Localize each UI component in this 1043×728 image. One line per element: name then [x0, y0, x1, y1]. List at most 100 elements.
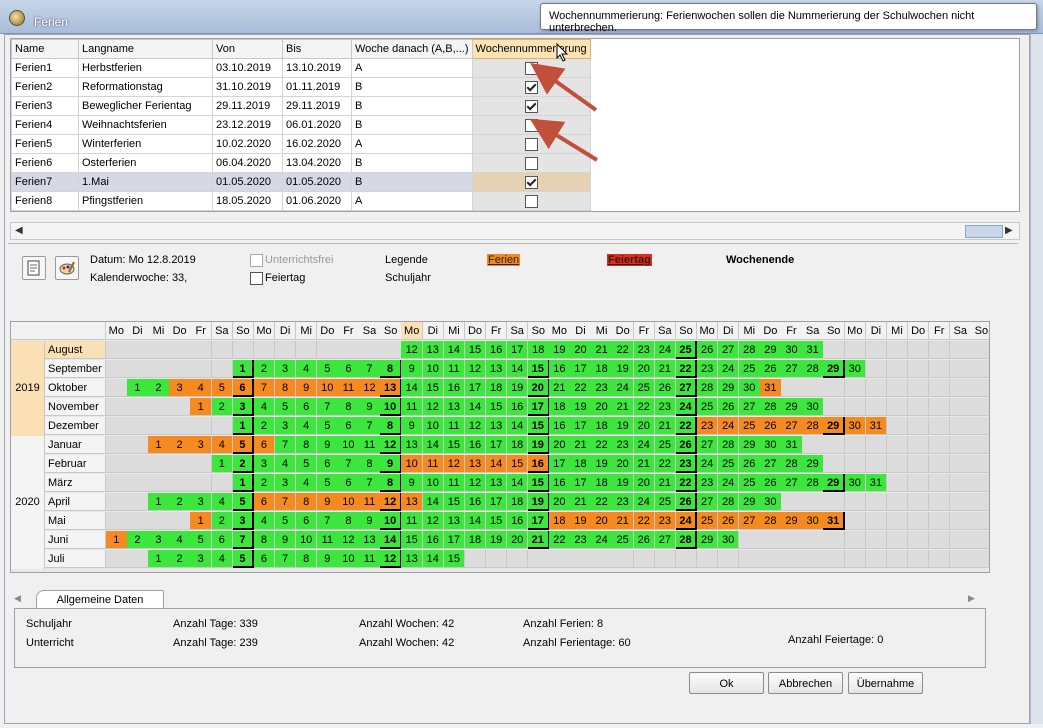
calendar-day[interactable]: 12 [443, 455, 466, 473]
calendar-day[interactable]: 4 [169, 531, 191, 549]
calendar-day[interactable]: 26 [654, 379, 677, 397]
cell-von[interactable]: 03.10.2019 [212, 58, 283, 78]
cell-bis[interactable]: 01.06.2020 [282, 191, 352, 211]
calendar-day[interactable]: 21 [570, 436, 592, 454]
calendar-day[interactable]: 30 [760, 436, 782, 454]
calendar-day[interactable]: 17 [528, 398, 550, 416]
cell-langname[interactable]: Osterferien [78, 153, 213, 173]
calendar-day[interactable]: 5 [190, 531, 212, 549]
calendar-day[interactable]: 26 [696, 341, 719, 359]
wochennummerierung-checkbox[interactable] [524, 175, 538, 189]
calendar-day[interactable]: 5 [295, 455, 318, 473]
calendar-day[interactable]: 9 [401, 360, 423, 378]
calendar-day[interactable]: 2 [253, 417, 276, 435]
calendar-day[interactable]: 22 [675, 360, 698, 378]
calendar-day[interactable]: 2 [211, 398, 234, 416]
calendar-day[interactable]: 10 [380, 398, 402, 416]
calendar-day[interactable]: 15 [528, 360, 550, 378]
wochennummerierung-checkbox[interactable] [524, 137, 538, 151]
calendar-day[interactable]: 6 [211, 531, 234, 549]
calendar-day[interactable]: 24 [675, 398, 698, 416]
calendar-day[interactable]: 31 [823, 512, 845, 530]
calendar-day[interactable]: 5 [232, 493, 255, 511]
calendar-day[interactable]: 6 [253, 436, 276, 454]
calendar-day[interactable]: 15 [443, 550, 466, 568]
calendar-day[interactable]: 26 [760, 474, 782, 492]
cell-bis[interactable]: 16.02.2020 [282, 134, 352, 154]
calendar-day[interactable]: 16 [443, 379, 466, 397]
calendar-day[interactable]: 7 [317, 398, 339, 416]
calendar-day[interactable]: 3 [253, 455, 276, 473]
edit-button[interactable] [22, 256, 46, 280]
col-wochennummerierung[interactable]: Wochennummerierung [471, 39, 591, 59]
calendar-day[interactable]: 23 [612, 436, 634, 454]
calendar-day[interactable]: 13 [485, 417, 508, 435]
calendar-day[interactable]: 9 [317, 493, 339, 511]
calendar-day[interactable]: 28 [760, 398, 782, 416]
calendar-day[interactable]: 5 [317, 474, 339, 492]
calendar-day[interactable]: 31 [802, 341, 824, 359]
calendar-day[interactable]: 24 [612, 379, 634, 397]
calendar-day[interactable]: 21 [549, 379, 571, 397]
calendar-day[interactable]: 8 [338, 398, 360, 416]
calendar-day[interactable]: 9 [317, 436, 339, 454]
tab-left-icon[interactable]: ◀ [14, 593, 21, 604]
cell-bis[interactable]: 01.11.2019 [282, 77, 352, 97]
calendar-day[interactable]: 19 [528, 436, 550, 454]
calendar-day[interactable]: 10 [422, 474, 445, 492]
cell-name[interactable]: Ferien3 [11, 96, 79, 116]
cell-langname[interactable]: 1.Mai [78, 172, 213, 192]
calendar-day[interactable]: 26 [717, 398, 740, 416]
calendar-day[interactable]: 28 [802, 360, 824, 378]
calendar-day[interactable]: 17 [570, 474, 592, 492]
tab-allgemeine-daten[interactable]: Allgemeine Daten [36, 590, 164, 610]
color-button[interactable] [55, 256, 79, 280]
calendar-day[interactable]: 12 [422, 512, 445, 530]
calendar-day[interactable]: 18 [549, 398, 571, 416]
calendar-day[interactable]: 4 [295, 474, 318, 492]
calendar-day[interactable]: 23 [696, 474, 719, 492]
calendar-day[interactable]: 23 [612, 493, 634, 511]
calendar-day[interactable]: 25 [612, 531, 634, 549]
calendar-day[interactable]: 17 [506, 341, 529, 359]
calendar-day[interactable]: 19 [570, 512, 592, 530]
cell-bis[interactable]: 13.04.2020 [282, 153, 352, 173]
calendar-day[interactable]: 22 [633, 398, 656, 416]
calendar-day[interactable]: 21 [570, 493, 592, 511]
calendar-day[interactable]: 22 [654, 455, 677, 473]
calendar-day[interactable]: 1 [148, 493, 170, 511]
calendar-day[interactable]: 6 [338, 360, 360, 378]
calendar-day[interactable]: 22 [549, 531, 571, 549]
calendar-day[interactable]: 8 [295, 550, 318, 568]
calendar-day[interactable]: 18 [506, 436, 529, 454]
calendar-day[interactable]: 26 [760, 417, 782, 435]
calendar-day[interactable]: 22 [612, 341, 634, 359]
col-name[interactable]: Name [11, 39, 79, 59]
calendar-day[interactable]: 20 [528, 379, 550, 397]
calendar-day[interactable]: 30 [844, 360, 867, 378]
calendar-day[interactable]: 12 [359, 379, 381, 397]
unterrichtsfrei-checkbox[interactable] [250, 254, 263, 267]
calendar-day[interactable]: 14 [464, 398, 487, 416]
calendar-day[interactable]: 17 [485, 436, 508, 454]
calendar-day[interactable]: 17 [485, 493, 508, 511]
calendar-day[interactable]: 7 [274, 436, 297, 454]
calendar-day[interactable]: 29 [739, 436, 761, 454]
calendar-day[interactable]: 27 [654, 531, 677, 549]
calendar-day[interactable]: 19 [506, 379, 529, 397]
calendar-day[interactable]: 11 [338, 379, 360, 397]
calendar-day[interactable]: 13 [359, 531, 381, 549]
calendar-day[interactable]: 29 [823, 417, 845, 435]
calendar-day[interactable]: 15 [464, 341, 487, 359]
calendar-day[interactable]: 22 [591, 493, 613, 511]
calendar-day[interactable]: 3 [232, 512, 255, 530]
calendar-day[interactable]: 28 [717, 493, 740, 511]
calendar-day[interactable]: 12 [338, 531, 360, 549]
calendar-day[interactable]: 15 [506, 455, 529, 473]
calendar-day[interactable]: 8 [380, 360, 402, 378]
calendar-day[interactable]: 1 [190, 398, 212, 416]
calendar-day[interactable]: 16 [422, 531, 445, 549]
calendar-day[interactable]: 2 [211, 512, 234, 530]
table-row[interactable]: Ferien3 Beweglicher Ferientag 29.11.2019 29… [11, 96, 591, 116]
calendar-day[interactable]: 12 [464, 417, 487, 435]
